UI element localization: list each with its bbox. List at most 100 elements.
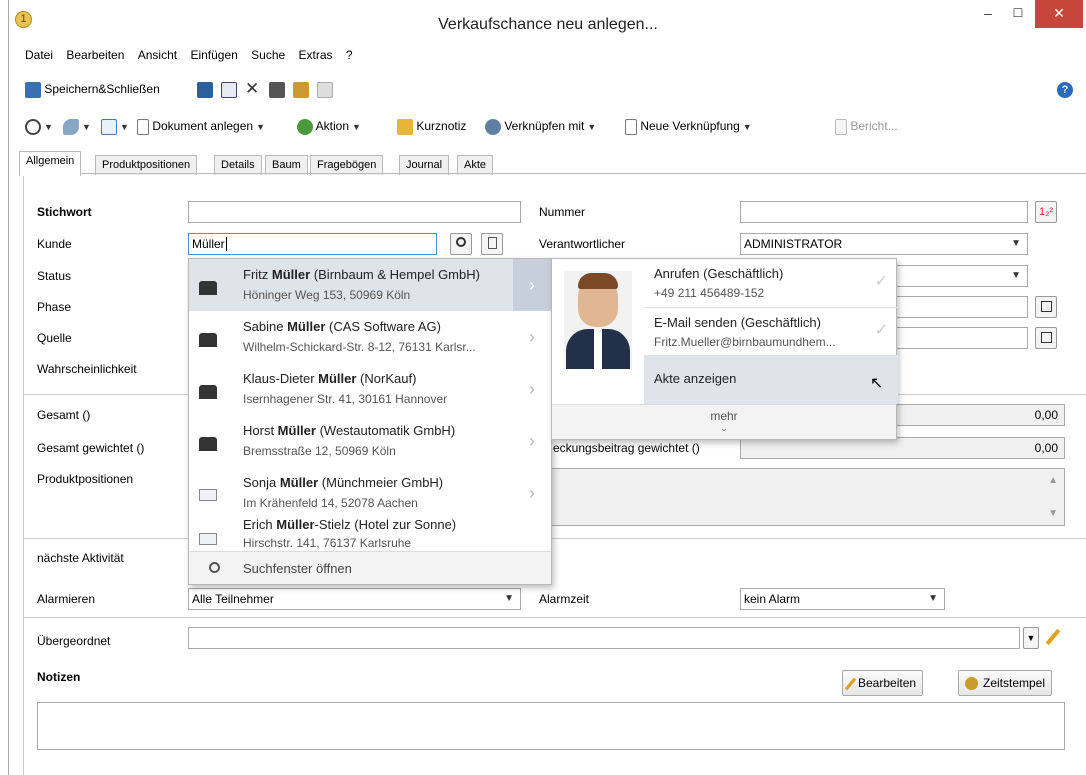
email-business-action[interactable]: E-Mail senden (Geschäftlich) Fritz.Muell… — [644, 307, 898, 355]
notizen-area[interactable] — [37, 702, 1065, 750]
menu-help[interactable]: ? — [346, 48, 353, 62]
date-field-2[interactable] — [889, 327, 1028, 349]
menu-datei[interactable]: Datei — [25, 48, 53, 62]
report-button[interactable]: Bericht... — [835, 115, 898, 137]
tab-frageboegen[interactable]: Fragebögen — [310, 155, 384, 175]
address-card-icon — [199, 483, 221, 505]
action-button[interactable]: Aktion ▼ — [297, 115, 361, 137]
kunde-details-button[interactable] — [481, 233, 503, 255]
menu-bearbeiten[interactable]: Bearbeiten — [66, 48, 124, 62]
phone-dropdown[interactable]: ▼ — [63, 115, 91, 137]
calendar-icon — [1040, 332, 1052, 343]
copy-button[interactable] — [221, 78, 237, 100]
help-button[interactable]: ? — [1057, 78, 1073, 100]
suggestion-item[interactable]: Horst Müller (Westautomatik GmbH) Bremss… — [189, 415, 551, 467]
number-generator-button[interactable]: 1₂² — [1035, 201, 1057, 223]
more-button[interactable]: mehr ⌄ — [552, 404, 896, 439]
nummer-field[interactable] — [740, 201, 1028, 223]
link-with-button[interactable]: Verknüpfen mit ▼ — [485, 115, 596, 137]
delete-button[interactable]: ✕ — [245, 78, 259, 100]
menu-ansicht[interactable]: Ansicht — [138, 48, 177, 62]
tab-baum[interactable]: Baum — [265, 155, 308, 175]
timer-dropdown[interactable]: ▼ — [25, 115, 53, 137]
calendar-button-2[interactable] — [1035, 327, 1057, 349]
create-document-label: Dokument anlegen — [152, 119, 254, 133]
alarmzeit-select[interactable]: kein Alarm ▼ — [740, 588, 945, 610]
window-title: Verkaufschance neu anlegen... — [438, 16, 658, 33]
uebergeordnet-field[interactable] — [188, 627, 1020, 649]
menu-extras[interactable]: Extras — [299, 48, 333, 62]
edit-pencil-button[interactable] — [1042, 627, 1064, 649]
verantwortlicher-value: ADMINISTRATOR — [744, 237, 843, 251]
kunde-search-button[interactable] — [450, 233, 472, 255]
chevron-right-icon[interactable]: › — [513, 415, 551, 467]
chevron-right-icon[interactable]: › — [513, 311, 551, 363]
contact-detail-panel: Anrufen (Geschäftlich) +49 211 456489-15… — [551, 258, 898, 440]
chevron-down-icon: ▼ — [44, 122, 53, 132]
chevron-right-icon[interactable]: › — [513, 467, 551, 519]
tab-akte[interactable]: Akte — [457, 155, 494, 175]
create-document-button[interactable]: Dokument anlegen ▼ — [137, 115, 265, 137]
menu-einfuegen[interactable]: Einfügen — [190, 48, 237, 62]
chevron-down-icon: ▼ — [256, 122, 265, 132]
tab-journal[interactable]: Journal — [399, 155, 450, 175]
help-icon: ? — [1057, 81, 1073, 98]
calendar-button-1[interactable] — [1035, 296, 1057, 318]
users-button[interactable] — [293, 78, 309, 100]
menu-suche[interactable]: Suche — [251, 48, 285, 62]
status-select[interactable]: ▼ — [889, 265, 1028, 287]
short-note-label: Kurznotiz — [416, 119, 467, 133]
zeitstempel-button[interactable]: Zeitstempel — [958, 670, 1053, 696]
stichwort-field[interactable] — [188, 201, 521, 223]
save-button[interactable] — [197, 78, 213, 100]
kunde-field[interactable]: Müller — [188, 233, 437, 255]
short-note-button[interactable]: Kurznotiz — [397, 115, 466, 137]
verantwortlicher-select[interactable]: ADMINISTRATOR ▼ — [740, 233, 1028, 255]
title-bar: 1 Verkaufschance neu anlegen... – ☐ ✕ — [9, 0, 1086, 42]
save-close-button[interactable]: Speichern&Schließen — [25, 78, 160, 100]
tab-details[interactable]: Details — [214, 155, 262, 175]
suggestion-address: Bremsstraße 12, 50969 Köln — [243, 444, 396, 458]
suggestion-name: Horst Müller (Westautomatik GmbH) — [243, 423, 456, 438]
suggestion-item[interactable]: Sonja Müller (Münchmeier GmbH) Im Krähen… — [189, 467, 551, 519]
uebergeordnet-dropdown[interactable]: ▼ — [1023, 627, 1039, 649]
quelle-label: Quelle — [37, 331, 72, 345]
scroll-up-icon[interactable]: ▲ — [1048, 475, 1058, 486]
date-field-1[interactable] — [889, 296, 1028, 318]
document-icon — [137, 118, 149, 135]
tab-allgemein[interactable]: Allgemein — [19, 151, 82, 176]
contact-person-icon — [199, 431, 221, 453]
show-file-action[interactable]: Akte anzeigen ↖ — [644, 355, 898, 404]
uebergeordnet-label: Übergeordnet — [37, 634, 111, 648]
pencil-icon — [844, 677, 857, 691]
scroll-down-icon[interactable]: ▼ — [1048, 508, 1058, 519]
permissions-button[interactable] — [317, 78, 333, 100]
suggestion-item[interactable]: Fritz Müller (Birnbaum & Hempel GmbH) Hö… — [189, 259, 551, 311]
kunde-value: Müller — [192, 237, 225, 251]
chevron-down-icon: ⌄ — [720, 423, 728, 433]
print-button[interactable] — [269, 78, 285, 100]
search-window-label: Suchfenster öffnen — [243, 561, 352, 576]
chevron-right-icon[interactable]: › — [513, 259, 551, 311]
email-dropdown[interactable]: ▼ — [101, 115, 129, 137]
minimize-button[interactable]: – — [975, 0, 1001, 28]
suggestion-item[interactable]: Erich Müller-Stielz (Hotel zur Sonne) Hi… — [189, 517, 551, 551]
chevron-right-icon[interactable]: › — [513, 363, 551, 415]
suggestion-item[interactable]: Klaus-Dieter Müller (NorKauf) Isernhagen… — [189, 363, 551, 415]
search-window-footer[interactable]: Suchfenster öffnen — [189, 551, 551, 584]
chevron-down-icon: ▼ — [504, 593, 514, 604]
new-link-button[interactable]: Neue Verknüpfung ▼ — [625, 115, 752, 137]
alarmieren-select[interactable]: Alle Teilnehmer ▼ — [188, 588, 521, 610]
chevron-down-icon: ▼ — [1011, 238, 1021, 249]
suggestion-address: Hirschstr. 141, 76137 Karlsruhe — [243, 536, 412, 550]
close-button[interactable]: ✕ — [1035, 0, 1083, 28]
bearbeiten-label: Bearbeiten — [858, 676, 917, 690]
chevron-down-icon: ▼ — [120, 122, 129, 132]
tab-produktpositionen[interactable]: Produktpositionen — [95, 155, 198, 175]
maximize-button[interactable]: ☐ — [1005, 0, 1031, 28]
call-business-action[interactable]: Anrufen (Geschäftlich) +49 211 456489-15… — [644, 259, 898, 307]
bearbeiten-button[interactable]: Bearbeiten — [842, 670, 924, 696]
suggestion-item[interactable]: Sabine Müller (CAS Software AG) Wilhelm-… — [189, 311, 551, 363]
call-number: +49 211 456489-152 — [654, 286, 765, 300]
alarmzeit-value: kein Alarm — [744, 592, 801, 606]
